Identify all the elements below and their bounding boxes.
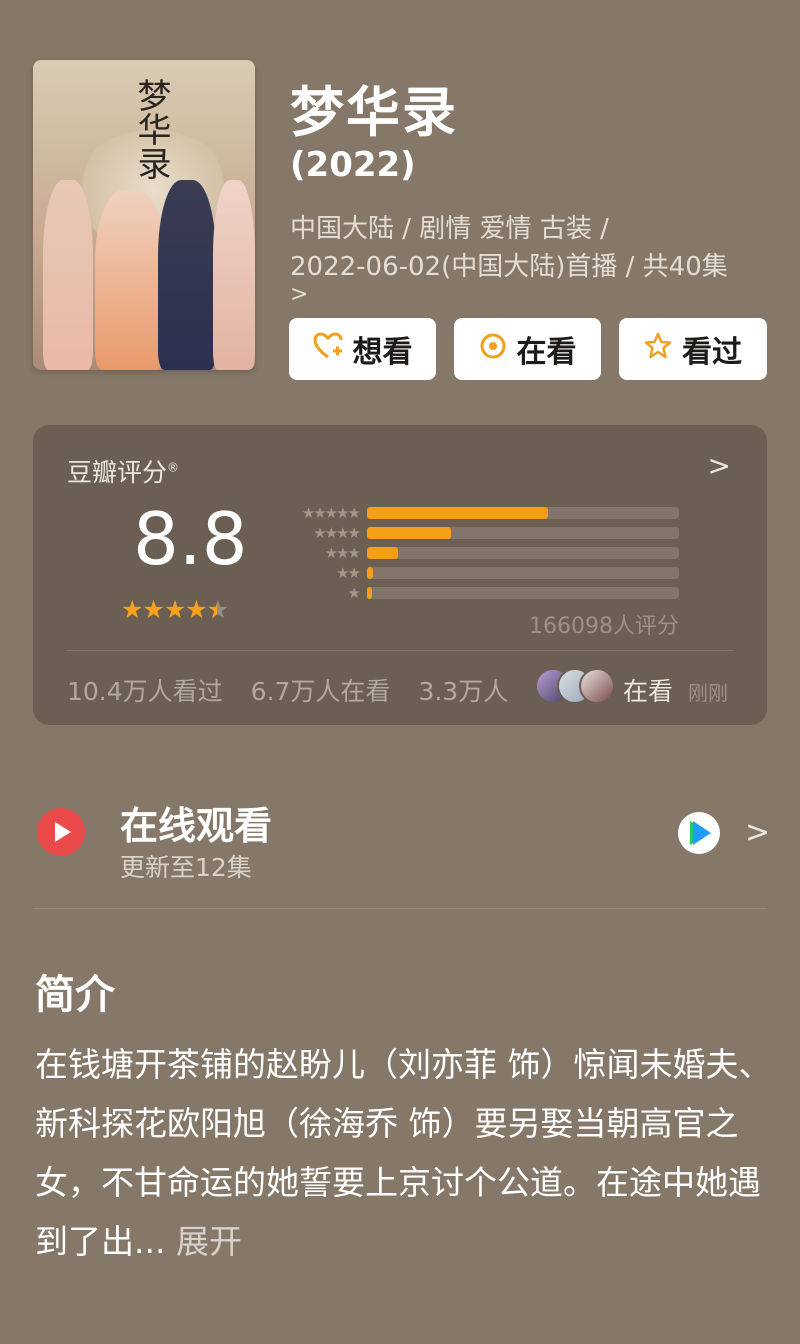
meta-line-1: 中国大陆 / 剧情 爱情 古装 / (290, 214, 609, 244)
star-outline-icon (644, 332, 672, 366)
rating-label-text: 豆瓣评分 (67, 458, 168, 487)
watched-count: 10.4万人看过 (67, 677, 223, 706)
section-divider (33, 908, 767, 909)
rating-distribution-row: ★ (279, 584, 679, 602)
poster-calligraphy: 梦华录 (131, 78, 171, 180)
distribution-stars: ★★ (336, 564, 361, 582)
want-to-watch-label: 想看 (352, 335, 413, 370)
half-star-icon: ★ (207, 595, 229, 624)
rating-score: 8.8 (133, 497, 248, 581)
distribution-bar (367, 507, 548, 519)
rating-stats: 10.4万人看过 6.7万人在看 3.3万人 (67, 672, 536, 708)
online-watch-subtitle: 更新至12集 (120, 853, 252, 882)
rating-count: 166098人评分 (529, 614, 679, 639)
avatar-stack (535, 668, 615, 704)
movie-title: 梦华录 (290, 81, 458, 144)
movie-meta[interactable]: 中国大陆 / 剧情 爱情 古装 / 2022-06-02(中国大陆)首播 / 共… (290, 210, 770, 314)
avatar (579, 668, 615, 704)
distribution-bar (367, 587, 372, 599)
watched-button[interactable]: 看过 (619, 318, 767, 380)
movie-year: (2022) (290, 145, 416, 185)
watching-status-time: 刚刚 (688, 681, 728, 705)
distribution-track (367, 567, 679, 579)
rating-stars: ★★★★★ (121, 595, 229, 624)
rating-distribution-row: ★★ (279, 564, 679, 582)
star-icon: ★ (121, 595, 143, 624)
watching-count: 6.7万人在看 (250, 677, 391, 706)
poster-figure-4 (213, 180, 255, 370)
distribution-stars: ★★★ (324, 544, 361, 562)
distribution-stars: ★★★★★ (301, 504, 361, 522)
play-icon[interactable] (37, 808, 85, 856)
poster-figure-1 (43, 180, 93, 370)
distribution-bar (367, 567, 374, 579)
want-to-watch-button[interactable]: 想看 (289, 318, 436, 380)
rating-distribution-row: ★★★ (279, 544, 679, 562)
distribution-track (367, 527, 679, 539)
rating-card[interactable]: 豆瓣评分® > 8.8 ★★★★★ ★★★★★ ★★★★ ★★★ ★★ ★ 16… (33, 425, 767, 725)
rating-more-chevron-icon[interactable]: > (708, 449, 731, 482)
poster-figure-2 (95, 190, 165, 370)
distribution-bar (367, 527, 452, 539)
online-watch-chevron-icon[interactable]: > (745, 815, 770, 850)
watched-label: 看过 (682, 335, 742, 370)
registered-mark: ® (167, 460, 180, 475)
distribution-track (367, 587, 679, 599)
distribution-track (367, 547, 679, 559)
want-count: 3.3万人 (418, 677, 509, 706)
poster-figure-3 (158, 180, 216, 370)
star-icon: ★ (142, 595, 164, 624)
distribution-track (367, 507, 679, 519)
watching-status-label: 在看 (623, 677, 674, 706)
intro-text: 在钱塘开茶铺的赵盼儿（刘亦菲 饰）惊闻未婚夫、新科探花欧阳旭（徐海乔 饰）要另娶… (35, 1035, 775, 1271)
distribution-stars: ★★★★ (313, 524, 361, 542)
star-icon: ★ (163, 595, 186, 624)
intro-body: 在钱塘开茶铺的赵盼儿（刘亦菲 饰）惊闻未婚夫、新科探花欧阳旭（徐海乔 饰）要另娶… (35, 1045, 772, 1261)
target-circle-icon (479, 332, 507, 366)
distribution-bar (367, 547, 399, 559)
star-icon: ★ (185, 595, 207, 624)
rating-distribution-row: ★★★★ (279, 524, 679, 542)
watching-label: 在看 (516, 335, 577, 370)
heart-plus-icon (312, 332, 343, 366)
online-watch-title[interactable]: 在线观看 (120, 795, 272, 850)
rating-distribution-row: ★★★★★ (279, 504, 679, 522)
intro-title: 简介 (35, 972, 115, 1018)
meta-line-2: 2022-06-02(中国大陆)首播 / 共40集 (290, 252, 728, 282)
expand-link[interactable]: 展开 (165, 1222, 242, 1261)
rating-divider (67, 650, 733, 651)
movie-poster[interactable]: 梦华录 (33, 60, 255, 370)
distribution-stars: ★ (347, 584, 361, 602)
rating-label: 豆瓣评分® (67, 453, 179, 489)
tencent-video-icon[interactable] (678, 812, 720, 854)
watching-button[interactable]: 在看 (454, 318, 601, 380)
